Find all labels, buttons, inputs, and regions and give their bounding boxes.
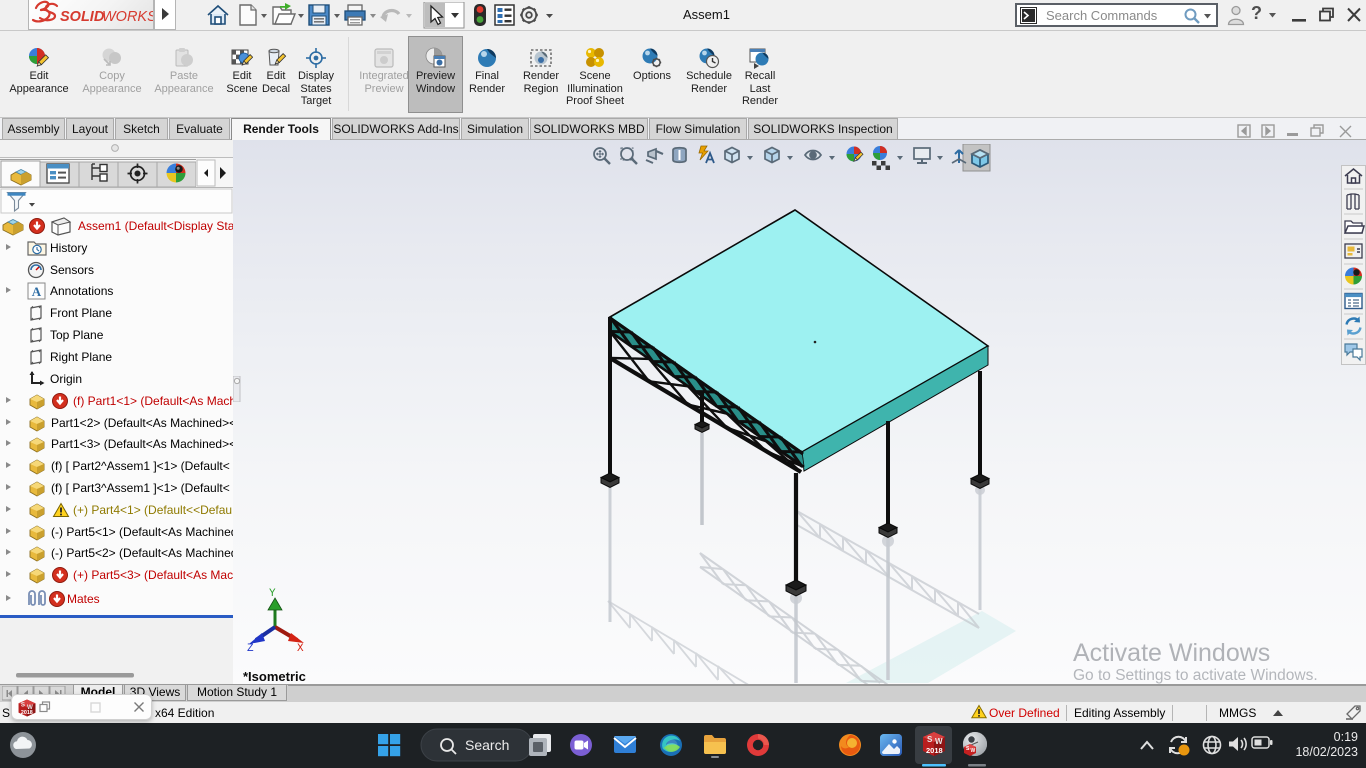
svg-text:W: W [971, 748, 976, 754]
svg-text:S: S [21, 701, 25, 708]
svg-text:Go to Settings to activate Win: Go to Settings to activate Windows. [1073, 667, 1318, 684]
svg-text:2018: 2018 [21, 710, 33, 716]
svg-text:18/02/2023: 18/02/2023 [1295, 745, 1358, 759]
svg-text:Search: Search [465, 737, 509, 753]
svg-text:WORKS: WORKS [102, 9, 153, 25]
svg-text:X: X [297, 643, 304, 655]
svg-text:2018: 2018 [926, 746, 943, 755]
svg-text:*Isometric: *Isometric [243, 669, 306, 684]
svg-text:Activate Windows: Activate Windows [1073, 639, 1270, 667]
svg-text:Y: Y [269, 588, 276, 600]
svg-text:W: W [935, 737, 943, 746]
svg-text:Z: Z [247, 643, 254, 655]
svg-text:S: S [927, 735, 933, 744]
svg-text:0:19: 0:19 [1334, 730, 1358, 744]
svg-text:A: A [32, 284, 42, 299]
svg-text:SOLID: SOLID [60, 9, 105, 25]
